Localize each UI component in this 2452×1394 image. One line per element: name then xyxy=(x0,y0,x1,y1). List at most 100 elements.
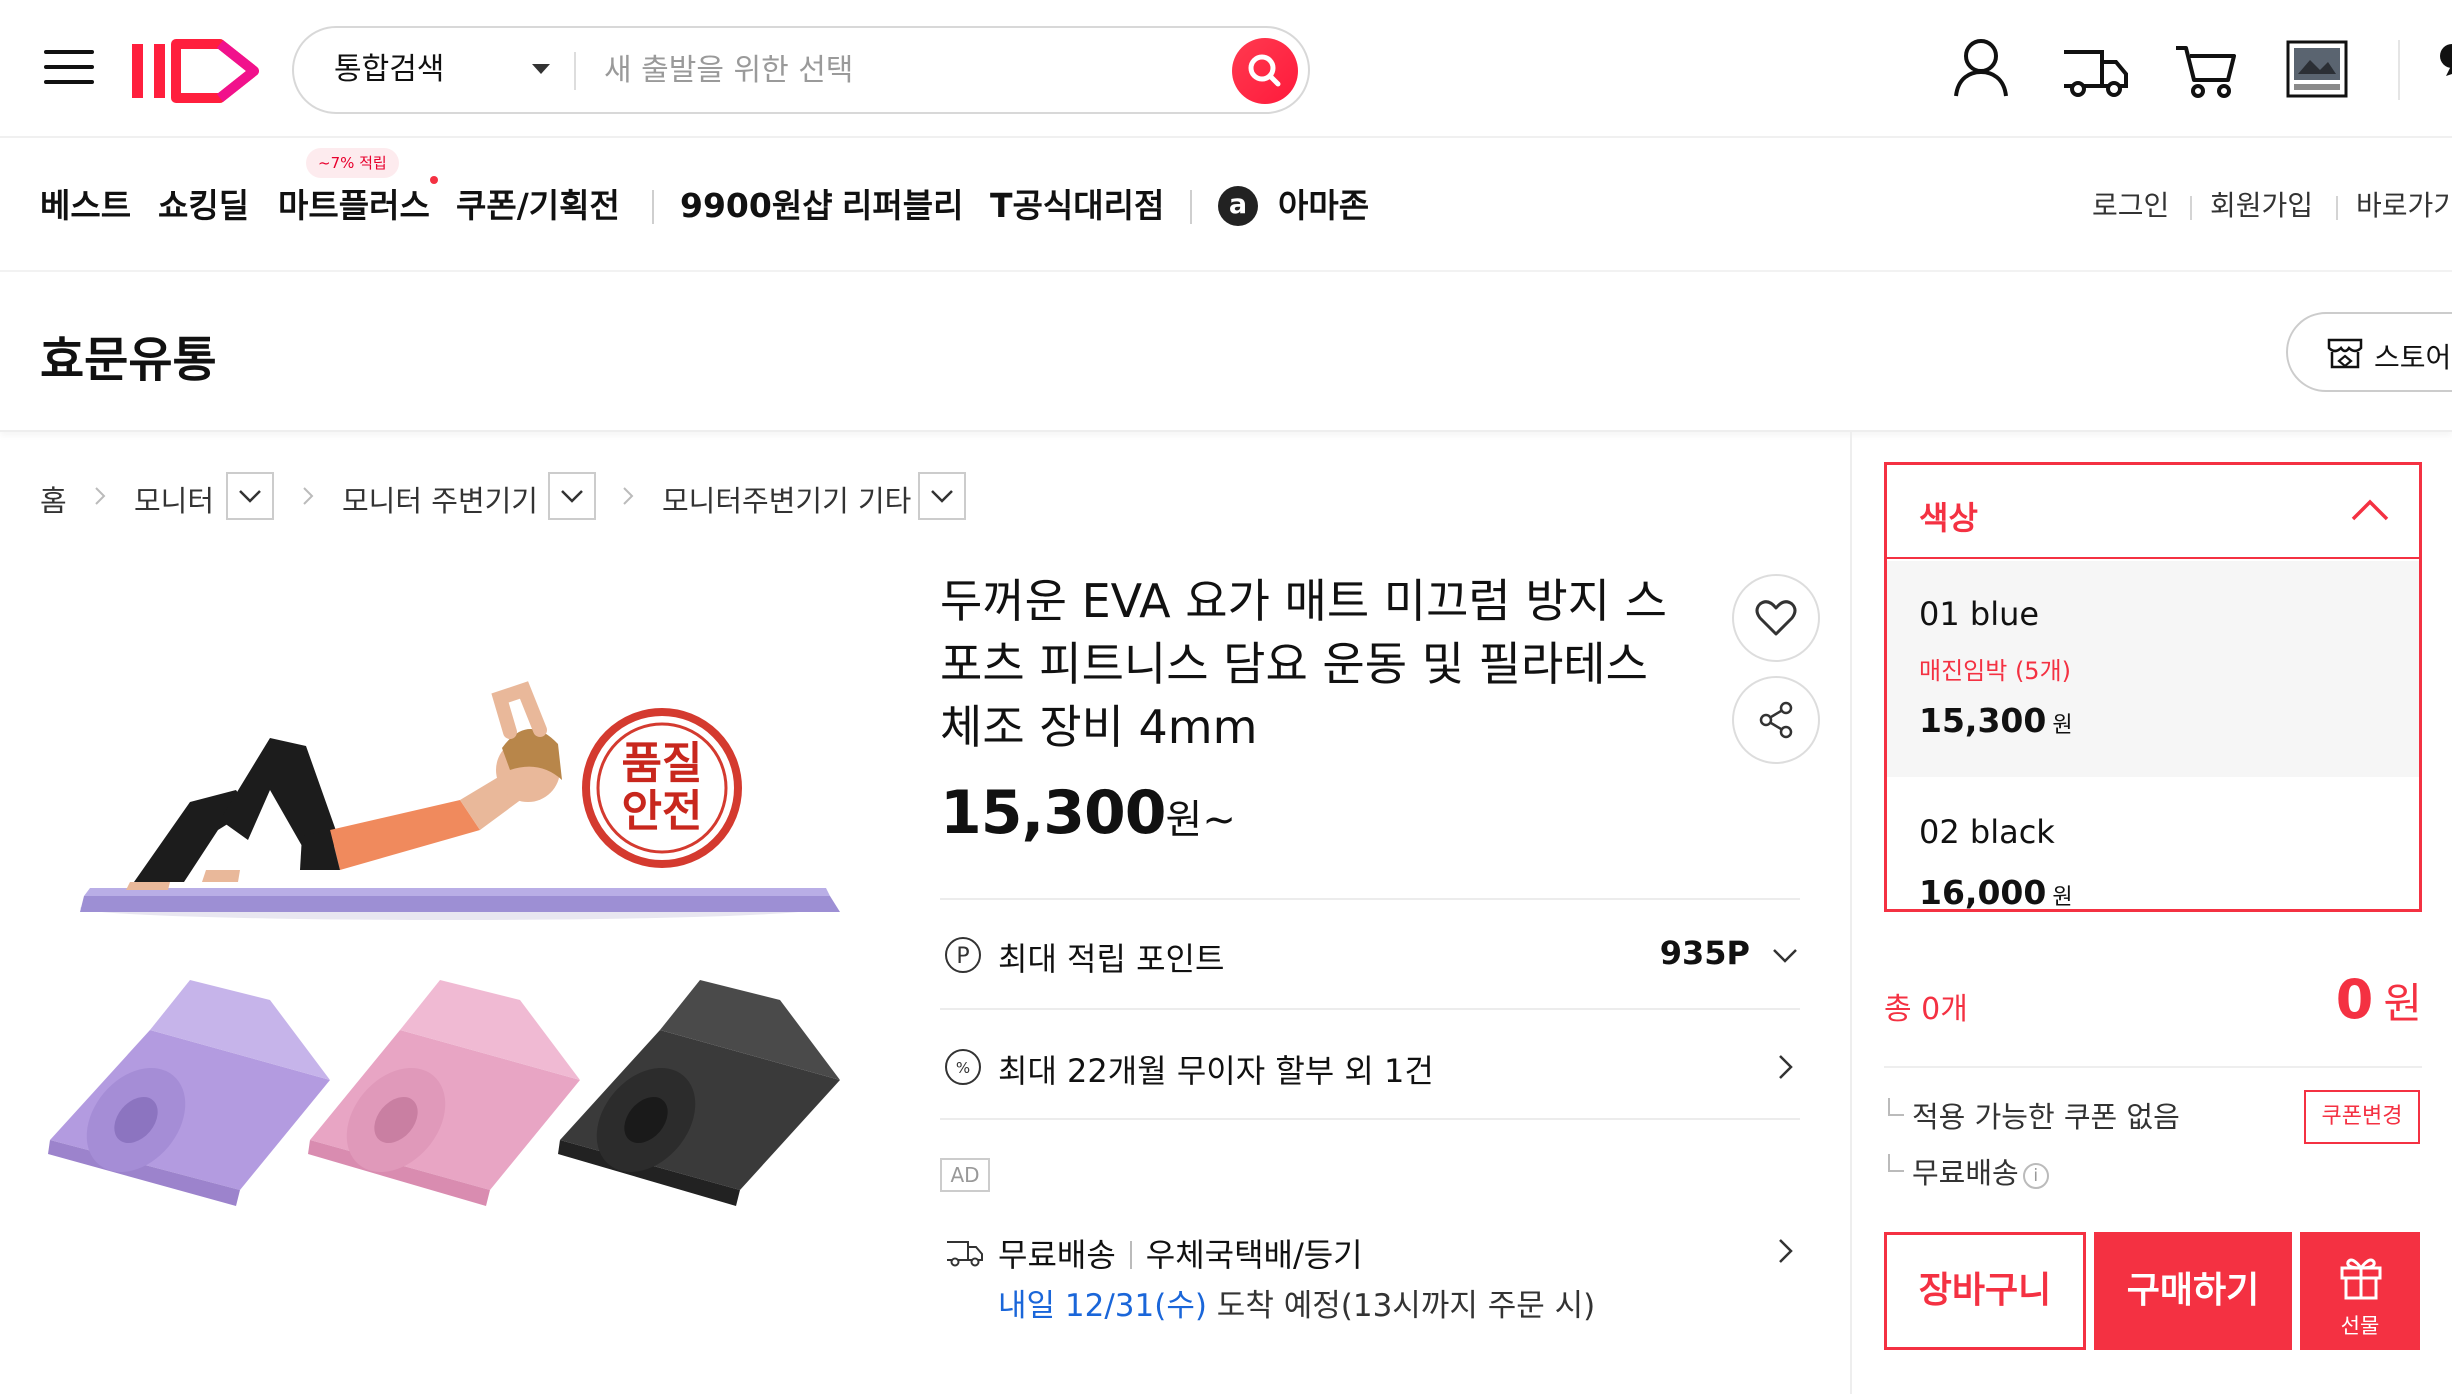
search-category-select[interactable]: 통합검색 xyxy=(334,28,444,112)
breadcrumb-monitor-accessories[interactable]: 모니터 주변기기 xyxy=(342,478,538,520)
ad-badge: AD xyxy=(940,1158,990,1192)
user-icon[interactable] xyxy=(1946,34,2016,104)
divider xyxy=(940,1008,1800,1010)
add-to-cart-button[interactable]: 장바구니 xyxy=(1884,1232,2086,1350)
share-icon xyxy=(1759,701,1793,739)
svg-text:품질: 품질 xyxy=(622,738,703,789)
nav-item-amazon[interactable]: 아마존 xyxy=(1278,184,1369,228)
breadcrumb-dropdown[interactable] xyxy=(918,472,966,520)
shipping-info: 무료배송 i xyxy=(1912,1150,2049,1192)
11st-logo[interactable] xyxy=(128,34,270,104)
nav-item-9900-shop[interactable]: 9900원샵 xyxy=(680,184,833,228)
installment-row[interactable]: % 최대 22개월 무이자 할부 외 1건 xyxy=(940,1036,1800,1096)
chevron-right-icon xyxy=(95,487,106,505)
util-divider xyxy=(2336,196,2338,220)
total-price: 0원 xyxy=(2336,968,2422,1031)
store-bar: 효문유통 스토어 xyxy=(0,274,2452,432)
top-header: 통합검색 xyxy=(0,0,2452,138)
option-price-unit: 원 xyxy=(2052,885,2073,910)
header-divider xyxy=(2398,40,2400,100)
total-price-unit: 원 xyxy=(2383,979,2422,1028)
delivery-truck-icon xyxy=(947,1241,983,1267)
breadcrumb-dropdown[interactable] xyxy=(226,472,274,520)
svg-text:안전: 안전 xyxy=(622,786,703,837)
store-name[interactable]: 효문유통 xyxy=(40,320,217,390)
arrival-note: (13시까지 주문 시) xyxy=(1340,1288,1596,1324)
wishlist-button[interactable] xyxy=(1732,574,1820,662)
arrival-text: 도착 예정 xyxy=(1206,1288,1341,1324)
chevron-down-icon[interactable] xyxy=(532,64,550,74)
util-divider xyxy=(2190,196,2192,220)
option-header[interactable]: 색상 xyxy=(1887,465,2419,559)
option-price: 15,300 원 xyxy=(1919,701,2073,740)
mart-plus-badge: ~7% 적립 xyxy=(306,148,399,178)
new-dot-indicator xyxy=(430,176,438,184)
nav-item-refurbly[interactable]: 리퍼블리 xyxy=(842,184,963,228)
app-icon[interactable] xyxy=(2432,34,2452,104)
login-link[interactable]: 로그인 xyxy=(2092,188,2169,224)
store-icon xyxy=(2327,338,2363,369)
arrival-date: 내일 12/31(수) xyxy=(998,1288,1207,1324)
delivery-truck-icon[interactable] xyxy=(2058,34,2132,104)
chevron-right-icon xyxy=(1779,1055,1793,1079)
option-price: 16,000 원 xyxy=(1919,873,2073,912)
option-item-black[interactable]: 02 black 16,000 원 xyxy=(1887,777,2419,912)
gift-button[interactable]: 선물 xyxy=(2300,1232,2420,1350)
total-count: 총 0개 xyxy=(1884,992,1968,1027)
store-button-label: 스토어 xyxy=(2374,341,2452,374)
tree-connector xyxy=(1888,1154,1904,1172)
buy-now-button[interactable]: 구매하기 xyxy=(2094,1232,2292,1350)
option-stock-warning: 매진임박 (5개) xyxy=(1919,657,2072,685)
points-row[interactable]: P 최대 적립 포인트 935P xyxy=(940,924,1800,984)
nav-item-t-store[interactable]: T공식대리점 xyxy=(990,184,1164,228)
total-price-value: 0 xyxy=(2335,968,2374,1031)
tree-connector xyxy=(1888,1098,1904,1116)
share-button[interactable] xyxy=(1732,676,1820,764)
option-price-unit: 원 xyxy=(2052,713,2073,738)
signup-link[interactable]: 회원가입 xyxy=(2210,188,2313,224)
product-image[interactable]: 품질 안전 xyxy=(40,620,860,1320)
nav-item-best[interactable]: 베스트 xyxy=(40,184,131,228)
cart-icon[interactable] xyxy=(2170,34,2240,104)
pink-mat xyxy=(308,980,580,1206)
breadcrumb-home[interactable]: 홈 xyxy=(40,478,67,520)
recent-view-thumbnail[interactable] xyxy=(2284,36,2350,102)
change-coupon-button[interactable]: 쿠폰변경 xyxy=(2304,1090,2420,1144)
coupon-status: 적용 가능한 쿠폰 없음 xyxy=(1912,1100,2180,1134)
option-name: 02 black xyxy=(1919,813,2055,851)
option-name: 01 blue xyxy=(1919,595,2040,633)
divider xyxy=(940,1118,1800,1120)
black-mat xyxy=(558,980,840,1206)
heart-icon xyxy=(1755,600,1797,636)
product-price: 15,300원~ xyxy=(940,778,1236,848)
gift-button-label: 선물 xyxy=(2340,1314,2380,1338)
delivery-info: 무료배송 우체국택배/등기 xyxy=(998,1230,1363,1276)
chevron-down-icon xyxy=(561,490,583,503)
price-value: 15,300 xyxy=(940,778,1167,848)
chevron-down-icon xyxy=(931,490,953,503)
breadcrumb-monitor[interactable]: 모니터 xyxy=(134,478,214,520)
option-price-value: 16,000 xyxy=(1919,873,2047,912)
nav-item-mart-plus[interactable]: 마트플러스 xyxy=(278,184,430,228)
chevron-down-icon xyxy=(239,490,261,503)
search-button[interactable] xyxy=(1232,38,1298,104)
option-item-blue[interactable]: 01 blue 매진임박 (5개) 15,300 원 xyxy=(1887,561,2419,777)
points-label: 최대 적립 포인트 xyxy=(998,940,1225,978)
shortcut-link[interactable]: 바로가기 xyxy=(2356,188,2452,224)
delivery-row[interactable]: 무료배송 우체국택배/등기 xyxy=(940,1220,1800,1280)
amazon-icon: a xyxy=(1218,186,1258,226)
nav-divider xyxy=(652,190,654,224)
nav-item-shocking-deal[interactable]: 쇼킹딜 xyxy=(158,184,249,228)
search-divider xyxy=(574,52,576,90)
price-unit: 원~ xyxy=(1165,797,1236,843)
store-button[interactable]: 스토어 xyxy=(2286,312,2452,392)
breadcrumb-dropdown[interactable] xyxy=(548,472,596,520)
menu-icon[interactable] xyxy=(44,46,96,88)
breadcrumb-monitor-etc[interactable]: 모니터주변기기 기타 xyxy=(662,478,911,520)
purple-mat xyxy=(48,980,330,1206)
nav-item-coupon[interactable]: 쿠폰/기획전 xyxy=(456,184,620,228)
installment-label: 최대 22개월 무이자 할부 외 1건 xyxy=(998,1052,1434,1090)
info-icon[interactable]: i xyxy=(2022,1163,2049,1189)
search-input[interactable] xyxy=(604,42,1204,98)
search-bar: 통합검색 xyxy=(292,26,1310,114)
